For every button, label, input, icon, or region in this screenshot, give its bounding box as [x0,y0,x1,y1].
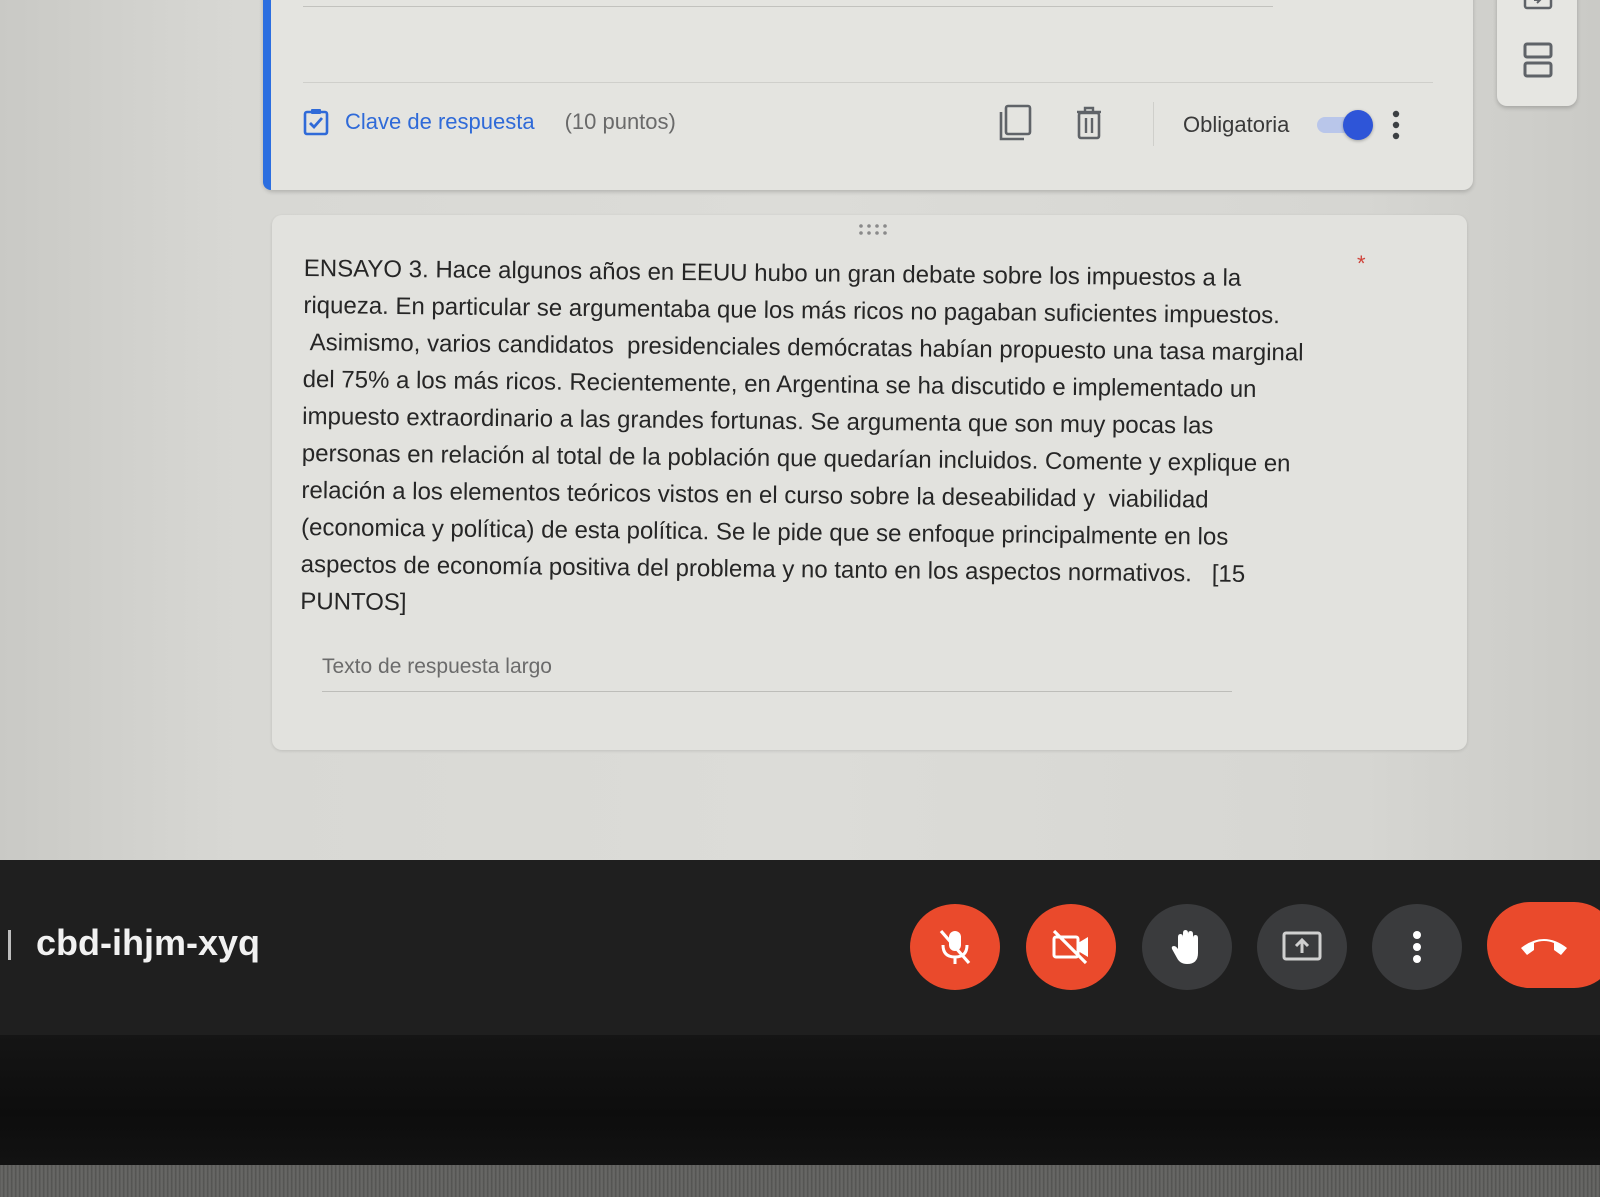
question-card-essay[interactable]: * ENSAYO 3. Hace algunos años en EEUU hu… [272,215,1467,750]
raise-hand-icon [1171,930,1198,964]
mic-off-icon [939,929,971,965]
points-label: (10 puntos) [564,109,676,134]
question-footer: Clave de respuesta (10 puntos) Obligator… [303,102,1433,152]
divider [303,6,1273,7]
copy-icon[interactable] [998,104,1032,142]
answer-key-button[interactable]: Clave de respuesta (10 puntos) [303,108,676,136]
toolbar-divider [1153,102,1154,146]
trash-icon[interactable] [1074,106,1104,140]
mic-toggle-button[interactable] [910,904,1000,990]
monitor-edge [0,1165,1600,1197]
question-title: ENSAYO 3. Hace algunos años en EEUU hubo… [300,254,1304,617]
question-card-previous: Clave de respuesta (10 puntos) Obligator… [263,0,1473,190]
raise-hand-button[interactable] [1142,904,1232,990]
meeting-code-separator [8,930,11,960]
long-answer-underline [322,691,1232,692]
camera-toggle-button[interactable] [1026,904,1116,990]
present-screen-icon [1282,931,1322,961]
floating-side-toolbar [1497,0,1577,106]
add-section-icon[interactable] [1522,42,1554,78]
active-card-accent [263,0,271,190]
more-vert-icon[interactable] [1388,108,1404,142]
call-end-icon [1521,939,1567,955]
leave-call-button[interactable] [1487,902,1600,988]
more-options-button[interactable] [1372,904,1462,990]
import-questions-icon[interactable] [1522,0,1554,12]
checkbox-checked-icon [303,109,329,136]
form-editor-area: Clave de respuesta (10 puntos) Obligator… [0,0,1600,860]
required-label: Obligatoria [1183,112,1290,137]
meeting-code: cbd-ihjm-xyq [36,922,261,963]
meet-control-bar: cbd-ihjm-xyq [0,860,1600,1035]
required-asterisk: * [1357,251,1366,276]
required-toggle[interactable] [1313,110,1373,140]
answer-key-label: Clave de respuesta [345,109,535,134]
more-vert-icon [1413,931,1421,963]
present-screen-button[interactable] [1257,904,1347,990]
monitor-bezel [0,1035,1600,1165]
toggle-knob [1343,110,1373,140]
videocam-off-icon [1052,929,1088,965]
divider [303,82,1433,83]
long-answer-placeholder: Texto de respuesta largo [322,655,552,678]
drag-handle-icon[interactable] [857,223,887,237]
